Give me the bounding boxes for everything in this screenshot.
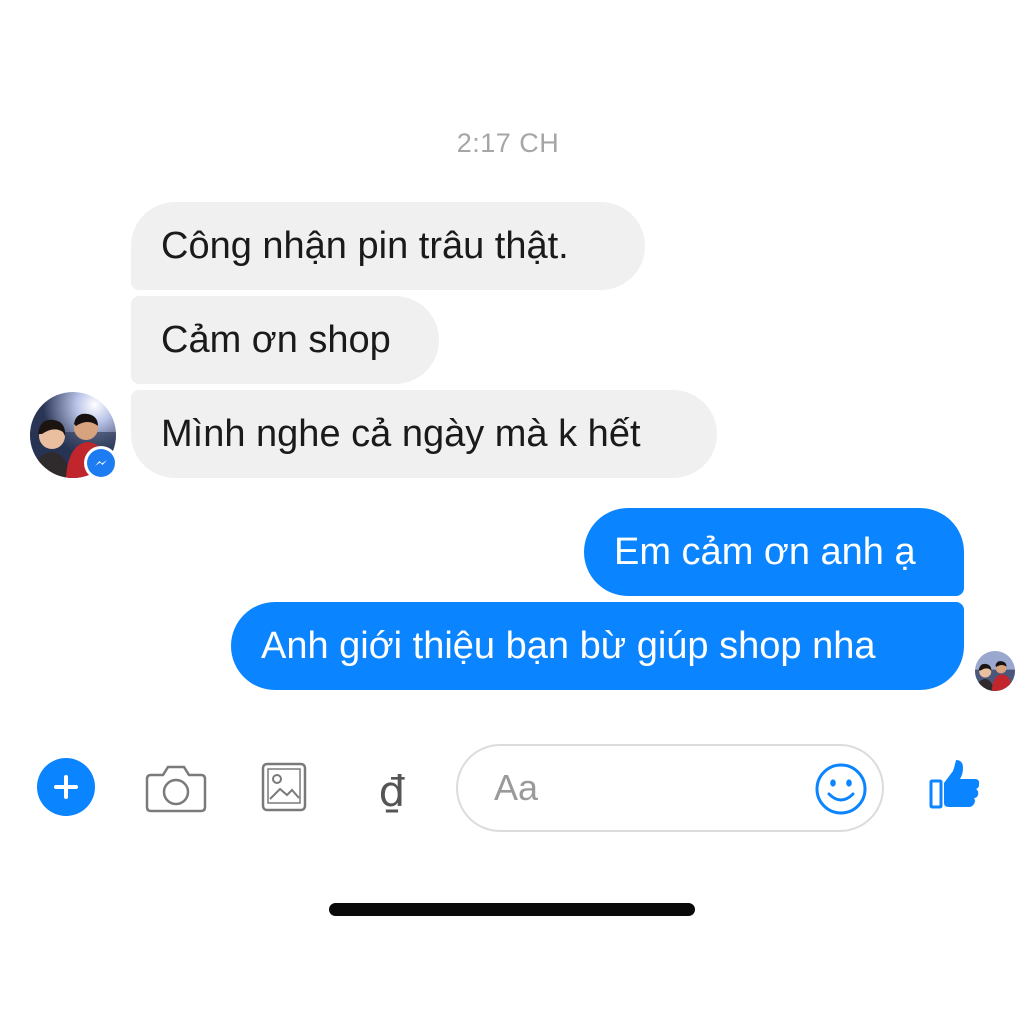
plus-button[interactable] [37, 758, 95, 816]
chat-screen: 2:17 CH Công nhận pin trâu thật. Cảm ơn … [0, 0, 1024, 1024]
camera-icon [145, 765, 207, 813]
emoji-icon [815, 763, 867, 815]
seen-receipt-avatar [975, 651, 1015, 691]
incoming-message-bubble[interactable]: Công nhận pin trâu thật. [131, 202, 645, 290]
camera-button[interactable] [144, 760, 208, 818]
gallery-icon [261, 762, 307, 812]
message-input[interactable]: Aa [456, 744, 884, 832]
gallery-button[interactable] [258, 758, 310, 816]
emoji-button[interactable] [814, 762, 868, 816]
currency-icon: ₫ [378, 766, 406, 816]
plus-icon [54, 775, 78, 799]
message-input-placeholder: Aa [494, 767, 539, 808]
outgoing-message-bubble[interactable]: Em cảm ơn anh ạ [584, 508, 964, 596]
incoming-message-bubble[interactable]: Cảm ơn shop [131, 296, 439, 384]
incoming-message-bubble[interactable]: Mình nghe cả ngày mà k hết [131, 390, 717, 478]
message-timestamp: 2:17 CH [456, 128, 560, 158]
thumbs-up-icon [929, 760, 980, 809]
payment-button[interactable]: ₫ [372, 758, 412, 824]
home-indicator[interactable] [329, 903, 695, 916]
outgoing-message-bubble[interactable]: Anh giới thiệu bạn bừ giúp shop nha [231, 602, 964, 690]
like-button[interactable] [926, 756, 984, 814]
messenger-badge-icon [84, 446, 118, 480]
